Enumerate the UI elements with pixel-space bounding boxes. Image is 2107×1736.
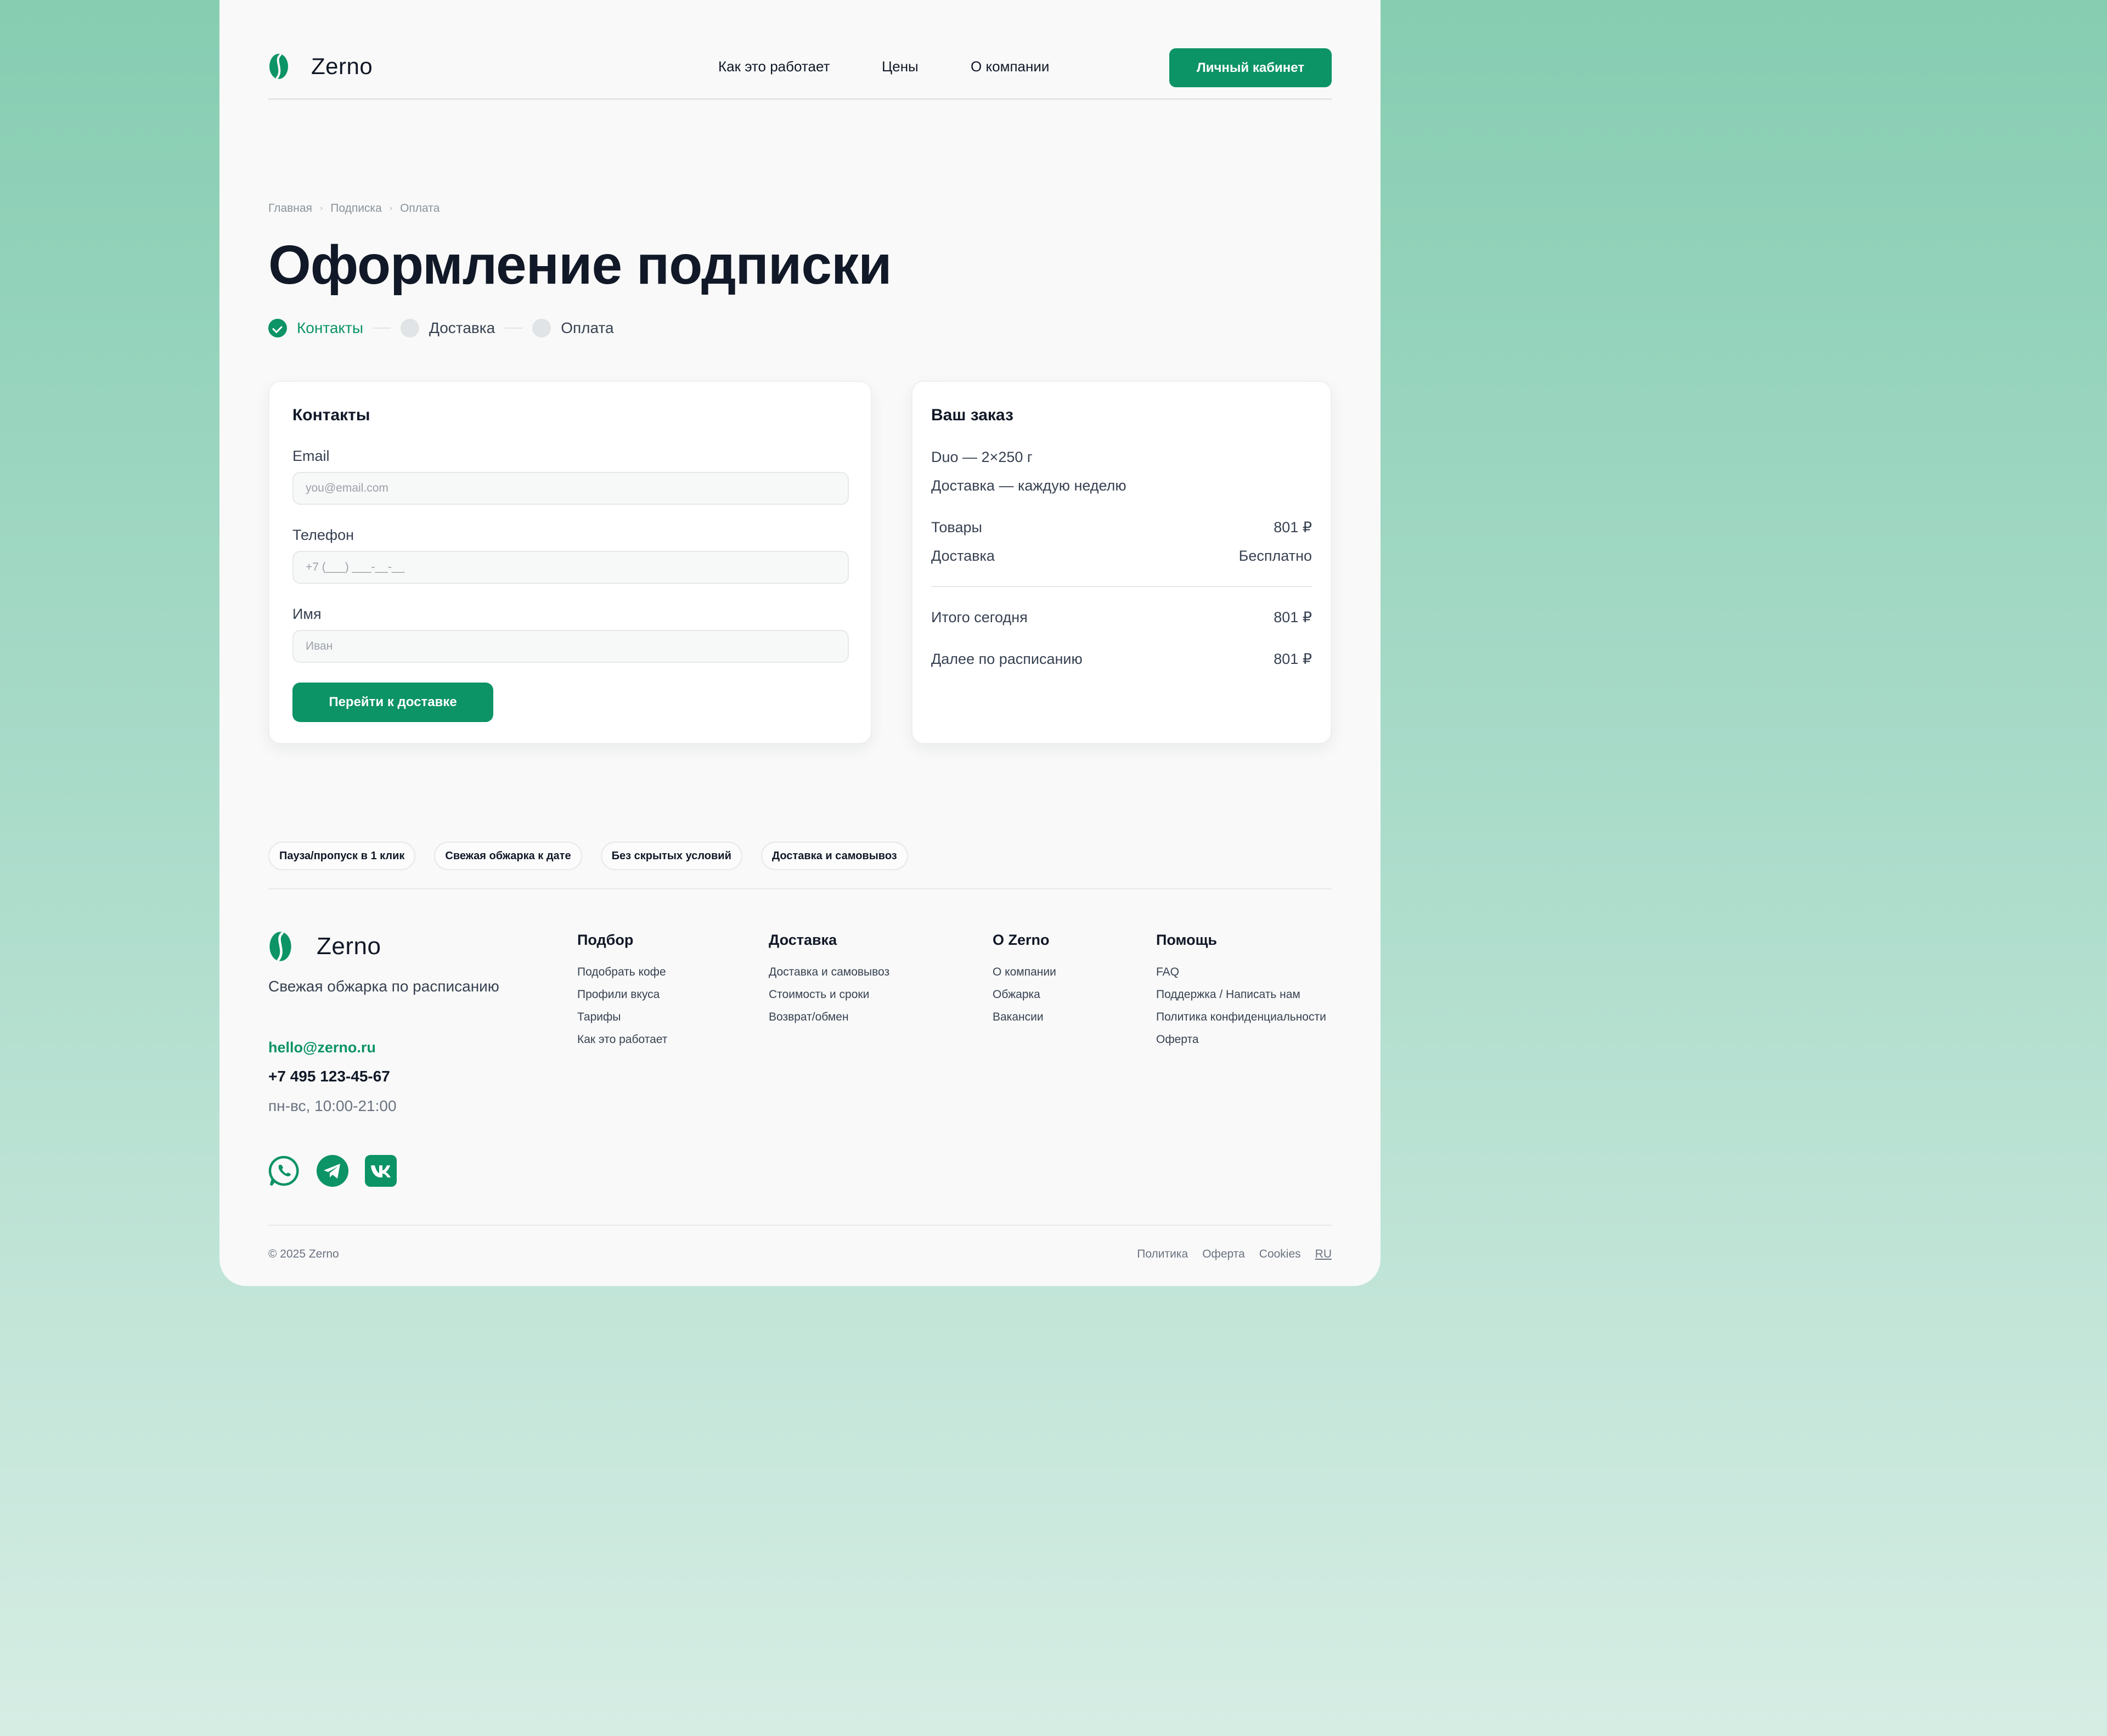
feature-chip: Доставка и самовывоз	[760, 842, 908, 870]
order-scheduled-row: Далее по расписанию 801 ₽	[931, 651, 1312, 668]
policy-link[interactable]: Политика	[1137, 1248, 1188, 1261]
footer-column-delivery: Доставка Доставка и самовывоз Стоимость …	[769, 932, 889, 1028]
footer-link[interactable]: FAQ	[1156, 961, 1326, 983]
whatsapp-icon[interactable]	[268, 1154, 301, 1187]
step-connector	[373, 328, 391, 329]
step-delivery[interactable]: Доставка	[429, 319, 495, 337]
brand-name: Zerno	[311, 53, 373, 79]
footer-column-selection: Подбор Подобрать кофе Профили вкуса Тари…	[577, 932, 667, 1051]
order-divider	[931, 586, 1312, 587]
contacts-panel: Контакты Email Телефон Имя Перейти к дос…	[268, 381, 872, 744]
bean-logo-icon	[269, 54, 288, 79]
nav-prices[interactable]: Цены	[882, 58, 919, 75]
contacts-title: Контакты	[292, 406, 370, 424]
name-label: Имя	[292, 606, 322, 622]
footer-column-title: Помощь	[1156, 932, 1218, 948]
vk-icon[interactable]	[364, 1154, 397, 1187]
footer-link[interactable]: Вакансии	[993, 1006, 1056, 1028]
language-switch[interactable]: RU	[1315, 1248, 1332, 1261]
breadcrumb-subscription[interactable]: Подписка	[330, 202, 382, 215]
cabinet-button[interactable]: Личный кабинет	[1169, 48, 1332, 87]
order-summary-panel: Ваш заказ Duo — 2×250 г Доставка — кажду…	[911, 381, 1332, 744]
total-label: Итого сегодня	[931, 609, 1028, 625]
feature-chip: Пауза/пропуск в 1 клик	[268, 842, 416, 870]
breadcrumb-separator-icon: ›	[319, 204, 323, 213]
page-card: Zerno Как это работает Цены О компании Л…	[219, 0, 1381, 1286]
footer-tagline: Свежая обжарка по расписанию	[268, 978, 499, 995]
footer-column-help: Помощь FAQ Поддержка / Написать нам Поли…	[1156, 932, 1326, 1051]
goods-value: 801 ₽	[1274, 519, 1312, 536]
footer-link[interactable]: Поддержка / Написать нам	[1156, 983, 1326, 1006]
footer-brand-name: Zerno	[317, 933, 381, 960]
phone-field[interactable]	[292, 551, 849, 584]
step-done-check-icon	[268, 319, 287, 337]
feature-chip: Без скрытых условий	[600, 842, 742, 870]
footer-column-title: Доставка	[769, 932, 837, 948]
copyright: © 2025 Zerno	[268, 1248, 339, 1260]
name-field[interactable]	[292, 630, 849, 663]
delivery-label: Доставка	[931, 548, 995, 564]
step-payment[interactable]: Оплата	[561, 319, 613, 337]
order-title: Ваш заказ	[931, 406, 1013, 424]
delivery-value: Бесплатно	[1238, 548, 1312, 564]
footer-link[interactable]: Тарифы	[577, 1006, 667, 1028]
footer-email-link[interactable]: hello@zerno.ru	[268, 1039, 376, 1056]
order-delivery-frequency: Доставка — каждую неделю	[931, 477, 1126, 494]
feature-chips: Пауза/пропуск в 1 клик Свежая обжарка к …	[268, 842, 1332, 870]
offer-link[interactable]: Оферта	[1202, 1248, 1245, 1261]
order-plan: Duo — 2×250 г	[931, 449, 1033, 465]
footer-link[interactable]: О компании	[993, 961, 1056, 983]
phone-label: Телефон	[292, 527, 354, 543]
goods-label: Товары	[931, 519, 982, 536]
scheduled-label: Далее по расписанию	[931, 651, 1083, 667]
footer-hours: пн-вс, 10:00-21:00	[268, 1097, 397, 1114]
footer-link[interactable]: Доставка и самовывоз	[769, 961, 889, 983]
footer-column-title: Подбор	[577, 932, 634, 948]
footer-link[interactable]: Возврат/обмен	[769, 1006, 889, 1028]
order-delivery-row: Доставка Бесплатно	[931, 548, 1312, 565]
footer-link[interactable]: Стоимость и сроки	[769, 983, 889, 1006]
breadcrumb-separator-icon: ›	[389, 204, 393, 213]
go-to-delivery-button[interactable]: Перейти к доставке	[292, 683, 493, 722]
site-header: Zerno Как это работает Цены О компании Л…	[268, 0, 1332, 100]
footer-bottom-links: Политика Оферта Cookies RU	[1137, 1248, 1332, 1261]
footer-link[interactable]: Подобрать кофе	[577, 961, 667, 983]
step-connector	[505, 328, 523, 329]
footer-link[interactable]: Профили вкуса	[577, 983, 667, 1006]
step-contacts[interactable]: Контакты	[297, 319, 363, 337]
footer-phone-link[interactable]: +7 495 123-45-67	[268, 1068, 390, 1085]
footer-bottom-divider	[268, 1225, 1332, 1226]
order-goods-row: Товары 801 ₽	[931, 519, 1312, 536]
footer-column-about: О Zerno О компании Обжарка Вакансии	[993, 932, 1056, 1028]
telegram-icon[interactable]	[316, 1154, 349, 1187]
order-total-row: Итого сегодня 801 ₽	[931, 609, 1312, 626]
footer-link[interactable]: Обжарка	[993, 983, 1056, 1006]
email-label: Email	[292, 448, 330, 464]
scheduled-value: 801 ₽	[1274, 651, 1312, 667]
cookies-link[interactable]: Cookies	[1259, 1248, 1301, 1261]
breadcrumb-payment: Оплата	[400, 202, 440, 215]
nav-about[interactable]: О компании	[971, 58, 1049, 75]
breadcrumb-home[interactable]: Главная	[268, 202, 312, 215]
email-field[interactable]	[292, 472, 849, 505]
header-logo[interactable]: Zerno	[268, 53, 373, 80]
breadcrumb: Главная › Подписка › Оплата	[268, 202, 1332, 215]
step-pending-dot-icon	[532, 319, 551, 337]
footer-column-title: О Zerno	[993, 932, 1050, 948]
nav-how-it-works[interactable]: Как это работает	[718, 58, 830, 75]
footer-link[interactable]: Политика конфиденциальности	[1156, 1006, 1326, 1028]
total-value: 801 ₽	[1274, 609, 1312, 625]
feature-chip: Свежая обжарка к дате	[434, 842, 582, 870]
page-title: Оформление подписки	[268, 234, 892, 296]
bean-logo-icon	[269, 932, 291, 961]
footer-link[interactable]: Как это работает	[577, 1028, 667, 1051]
footer-logo[interactable]: Zerno	[268, 931, 381, 962]
footer-link[interactable]: Оферта	[1156, 1028, 1326, 1051]
footer-divider	[268, 888, 1332, 889]
checkout-steps: Контакты Доставка Оплата	[268, 317, 1332, 339]
step-pending-dot-icon	[400, 319, 419, 337]
